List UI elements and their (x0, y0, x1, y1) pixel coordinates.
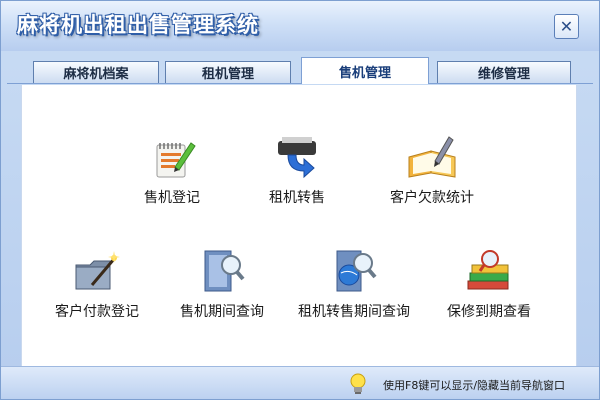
item-label: 租机转售期间查询 (298, 304, 410, 320)
close-icon: ✕ (559, 17, 574, 36)
item-label: 租机转售 (269, 190, 325, 206)
item-label: 客户欠款统计 (390, 190, 474, 206)
document-magnifier-icon (195, 245, 249, 299)
title-bar: 麻将机出租出售管理系统 ✕ (1, 1, 599, 51)
status-bar: 使用F8键可以显示/隐藏当前导航窗口 (1, 366, 599, 399)
content-panel: 售机登记 租机转售 客户欠款统计 客户付款登记 售机期间查询 租机转售期间查询 … (21, 85, 577, 366)
tab-strip-line (7, 83, 593, 84)
status-hint: 使用F8键可以显示/隐藏当前导航窗口 (383, 379, 566, 392)
item-sale-register[interactable]: 售机登记 (127, 131, 217, 207)
lightbulb-icon (346, 372, 370, 396)
notebook-pen-icon (145, 131, 199, 185)
item-label: 客户付款登记 (55, 304, 139, 320)
folder-wand-icon (70, 245, 124, 299)
window-title: 麻将机出租出售管理系统 (17, 13, 259, 37)
books-magnifier-icon (462, 245, 516, 299)
document-globe-magnifier-icon (327, 245, 381, 299)
item-rental-sale-period-query[interactable]: 租机转售期间查询 (289, 245, 419, 321)
item-label: 售机登记 (144, 190, 200, 206)
item-warranty-expiry-view[interactable]: 保修到期查看 (434, 245, 544, 321)
tab-repair-management[interactable]: 维修管理 (437, 61, 571, 83)
item-rental-to-sale[interactable]: 租机转售 (242, 131, 352, 207)
tab-sales-management[interactable]: 售机管理 (301, 57, 429, 84)
tab-rental-management[interactable]: 租机管理 (165, 61, 291, 83)
tab-mahjong-archive[interactable]: 麻将机档案 (33, 61, 159, 83)
main-window: 麻将机出租出售管理系统 ✕ 麻将机档案 租机管理 售机管理 维修管理 售机登记 … (0, 0, 600, 400)
item-customer-payment-register[interactable]: 客户付款登记 (42, 245, 152, 321)
item-customer-debt-stats[interactable]: 客户欠款统计 (377, 131, 487, 207)
item-label: 保修到期查看 (447, 304, 531, 320)
tab-bar: 麻将机档案 租机管理 售机管理 维修管理 (7, 55, 593, 85)
item-label: 售机期间查询 (180, 304, 264, 320)
close-button[interactable]: ✕ (554, 14, 579, 39)
printer-arrow-icon (270, 131, 324, 185)
open-notebook-pencil-icon (405, 131, 459, 185)
item-sale-period-query[interactable]: 售机期间查询 (167, 245, 277, 321)
